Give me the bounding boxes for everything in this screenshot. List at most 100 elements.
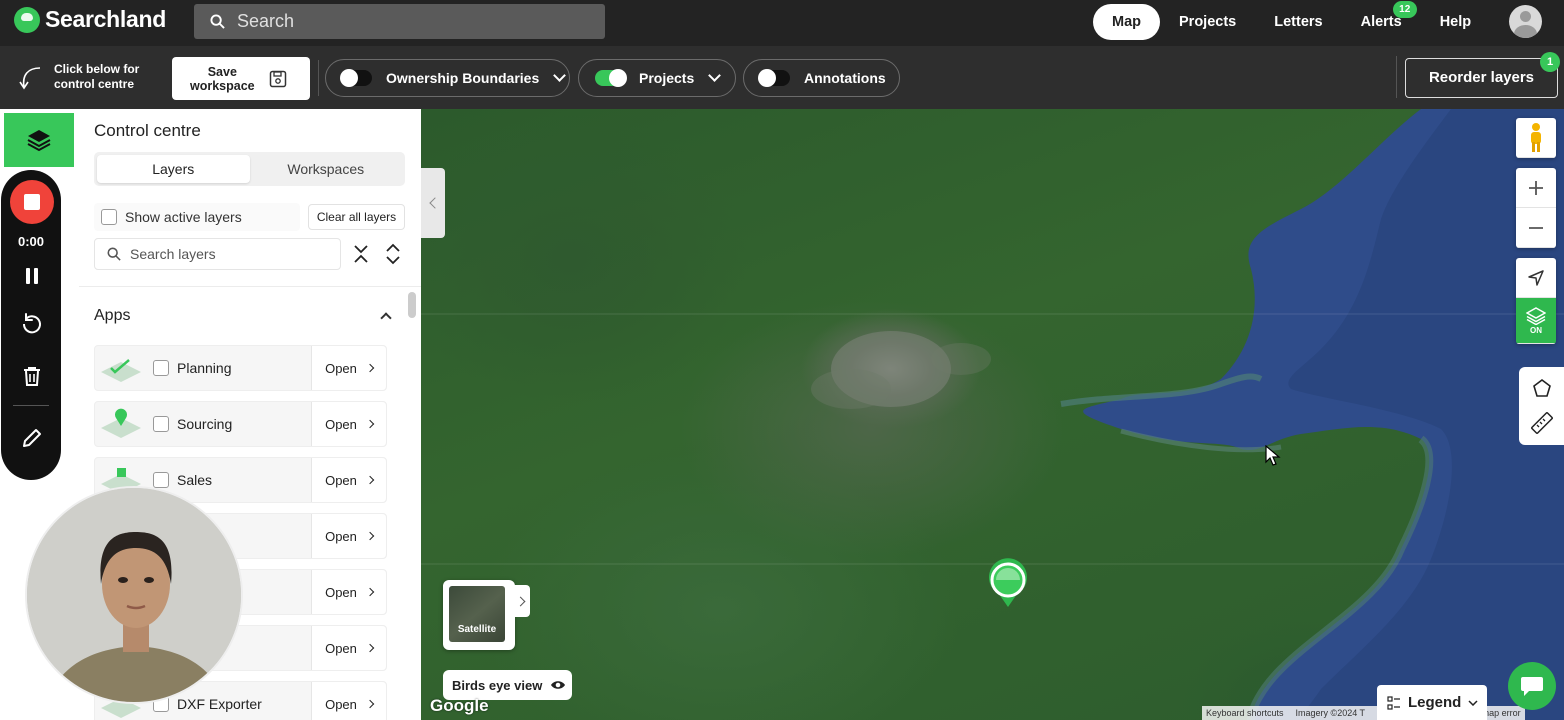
- delete-recording-button[interactable]: [20, 364, 44, 388]
- open-app-button[interactable]: Open: [311, 570, 386, 614]
- ownership-label: Ownership Boundaries: [386, 70, 540, 86]
- tab-workspaces[interactable]: Workspaces: [250, 155, 403, 183]
- panel-tabs: Layers Workspaces: [94, 152, 405, 186]
- tab-layers[interactable]: Layers: [97, 155, 250, 183]
- sourcing-pin-icon: [101, 408, 141, 438]
- open-app-button[interactable]: Open: [311, 626, 386, 670]
- open-app-button[interactable]: Open: [311, 402, 386, 446]
- ownership-boundaries-toggle[interactable]: Ownership Boundaries: [325, 59, 570, 97]
- nav-letters[interactable]: Letters: [1255, 4, 1341, 40]
- app-name: DXF Exporter: [177, 696, 262, 712]
- street-view-pegman[interactable]: [1516, 118, 1556, 158]
- alerts-count-badge: 12: [1392, 1, 1417, 18]
- zoom-out-button[interactable]: [1516, 208, 1556, 248]
- layer-search[interactable]: [94, 238, 341, 270]
- map-toolbar: Click below for control centre Save work…: [0, 46, 1564, 109]
- restart-button[interactable]: [20, 312, 44, 336]
- stop-recording-button[interactable]: [10, 180, 54, 224]
- polygon-icon[interactable]: [1532, 378, 1552, 398]
- open-app-button[interactable]: Open: [311, 458, 386, 502]
- keyboard-shortcuts-link[interactable]: Keyboard shortcuts: [1206, 706, 1284, 720]
- app-name: Planning: [177, 360, 232, 376]
- draw-button[interactable]: [20, 426, 44, 450]
- hint-line-1: Click below for: [54, 62, 140, 76]
- open-label: Open: [325, 696, 357, 712]
- basemap-expand-button[interactable]: [514, 585, 530, 617]
- chevron-right-icon: [365, 419, 375, 429]
- chevron-up-icon[interactable]: [380, 312, 392, 324]
- clear-all-layers-button[interactable]: Clear all layers: [308, 204, 405, 230]
- annotations-toggle[interactable]: Annotations: [743, 59, 900, 97]
- chevron-down-icon[interactable]: [708, 69, 722, 82]
- recording-timer: 0:00: [17, 234, 45, 249]
- open-app-button[interactable]: Open: [311, 346, 386, 390]
- collapse-panel-tab[interactable]: [421, 168, 445, 238]
- ownership-switch[interactable]: [340, 69, 372, 87]
- chevron-right-icon: [365, 363, 375, 373]
- drawing-tools: [1519, 367, 1564, 445]
- layers-icon: [1526, 306, 1546, 325]
- projects-label: Projects: [639, 70, 695, 86]
- presenter-video-icon: [27, 488, 241, 702]
- chevron-right-icon: [365, 643, 375, 653]
- chevron-right-icon: [365, 699, 375, 709]
- reorder-layers-button[interactable]: Reorder layers: [1405, 58, 1558, 98]
- satellite-map[interactable]: [421, 109, 1564, 720]
- open-label: Open: [325, 528, 357, 544]
- nav-alerts[interactable]: Alerts 12: [1342, 1, 1421, 40]
- app-row-sourcing: Sourcing Open: [94, 401, 387, 447]
- search-icon: [107, 247, 121, 261]
- searchland-logo[interactable]: Searchland: [14, 6, 166, 33]
- nav-help[interactable]: Help: [1421, 4, 1490, 40]
- pencil-icon: [23, 429, 41, 447]
- project-pin-icon[interactable]: [986, 558, 1030, 608]
- open-app-button[interactable]: Open: [311, 514, 386, 558]
- legend-button[interactable]: Legend: [1377, 685, 1487, 720]
- nav-map[interactable]: Map: [1093, 4, 1160, 40]
- app-checkbox[interactable]: [153, 472, 169, 488]
- layers-rail-button[interactable]: [4, 113, 74, 167]
- pause-button[interactable]: [20, 264, 44, 288]
- projects-toggle[interactable]: Projects: [578, 59, 736, 97]
- minus-icon: [1529, 226, 1543, 229]
- open-label: Open: [325, 360, 357, 376]
- basemap-switcher[interactable]: Satellite: [443, 580, 515, 650]
- apps-section-header[interactable]: Apps: [94, 307, 394, 325]
- nav-projects[interactable]: Projects: [1160, 4, 1255, 40]
- map-imagery: [421, 109, 1564, 720]
- toolbar-divider: [1396, 56, 1397, 98]
- show-active-layers-toggle[interactable]: Show active layers: [94, 203, 300, 231]
- layer-search-input[interactable]: [130, 246, 330, 262]
- trash-icon: [24, 367, 40, 386]
- recorder-divider: [13, 405, 49, 406]
- zoom-in-button[interactable]: [1516, 168, 1556, 208]
- satellite-label: Satellite: [457, 624, 497, 635]
- open-app-button[interactable]: Open: [311, 682, 386, 720]
- save-disk-icon: [269, 70, 286, 87]
- app-name: Sourcing: [177, 416, 233, 432]
- chat-support-button[interactable]: [1508, 662, 1556, 710]
- app-checkbox[interactable]: [153, 416, 169, 432]
- imagery-credit: Imagery ©2024 T: [1295, 708, 1366, 718]
- ruler-icon[interactable]: [1530, 411, 1554, 435]
- search-input[interactable]: [237, 11, 597, 32]
- legend-label: Legend: [1408, 694, 1462, 711]
- save-line-2: workspace: [190, 78, 255, 93]
- app-checkbox[interactable]: [153, 360, 169, 376]
- projects-switch[interactable]: [595, 69, 627, 87]
- save-workspace-button[interactable]: Save workspace: [172, 57, 310, 100]
- presenter-webcam[interactable]: [25, 486, 243, 704]
- collapse-all-icon[interactable]: [352, 243, 370, 265]
- expand-all-icon[interactable]: [384, 243, 402, 265]
- global-search[interactable]: [194, 4, 605, 39]
- map-layers-toggle[interactable]: ON: [1516, 298, 1556, 344]
- my-location-button[interactable]: [1516, 258, 1556, 298]
- show-active-checkbox[interactable]: [101, 209, 117, 225]
- chat-bubble-icon: [1521, 677, 1543, 696]
- chevron-down-icon[interactable]: [553, 69, 567, 82]
- user-avatar[interactable]: [1509, 5, 1542, 38]
- chevron-right-icon: [365, 587, 375, 597]
- annotations-switch[interactable]: [758, 69, 790, 87]
- open-label: Open: [325, 416, 357, 432]
- panel-scrollbar[interactable]: [408, 292, 416, 318]
